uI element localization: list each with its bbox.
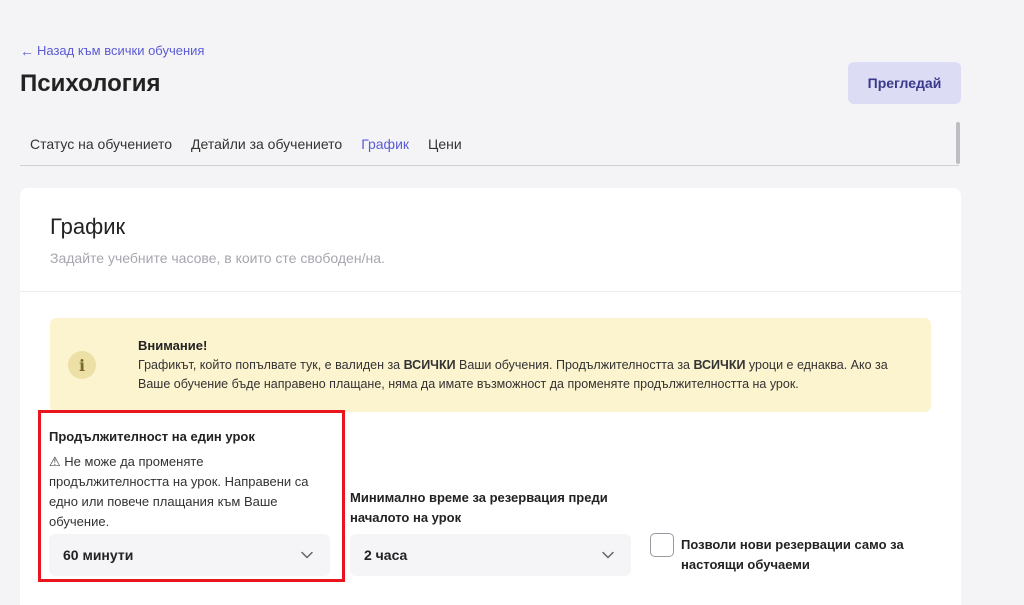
min-booking-time-value: 2 часа — [364, 547, 408, 563]
back-link[interactable]: ← Назад към всички обучения — [20, 43, 204, 58]
lesson-duration-label: Продължителност на един урок — [49, 429, 255, 444]
tab-prices[interactable]: Цени — [428, 136, 462, 152]
alert-text: Графикът, който попълвате тук, е валиден… — [138, 358, 888, 391]
tab-schedule[interactable]: График — [361, 136, 409, 152]
card-subtitle: Задайте учебните часове, в които сте сво… — [50, 250, 385, 266]
arrow-left-icon: ← — [20, 42, 34, 59]
tab-status[interactable]: Статус на обучението — [30, 136, 172, 152]
card-title: График — [50, 214, 126, 239]
divider — [20, 291, 961, 292]
lesson-duration-value: 60 минути — [63, 547, 134, 563]
warning-triangle-icon: ⚠ — [49, 454, 61, 469]
current-students-checkbox[interactable] — [650, 533, 674, 557]
tab-details[interactable]: Детайли за обучението — [191, 136, 342, 152]
chevron-down-icon — [300, 548, 314, 562]
chevron-down-icon — [601, 548, 615, 562]
tab-bar: Статус на обучението Детайли за обучение… — [20, 122, 959, 166]
lesson-duration-warning: ⚠ Не може да променяте продължителността… — [49, 454, 309, 529]
page-title: Психология — [20, 70, 161, 97]
alert-title: Внимание! — [138, 338, 208, 353]
lesson-duration-select[interactable]: 60 минути — [49, 534, 330, 576]
info-icon: i — [68, 351, 96, 379]
preview-button[interactable]: Прегледай — [848, 62, 961, 104]
min-booking-time-select[interactable]: 2 часа — [350, 534, 631, 576]
back-link-label: Назад към всички обучения — [37, 43, 205, 58]
current-students-label: Позволи нови резервации само за настоящи… — [681, 537, 904, 572]
warning-alert: i Внимание! Графикът, който попълвате ту… — [50, 318, 931, 412]
tabs-scrollbar[interactable] — [956, 122, 960, 164]
min-booking-time-label: Минимално време за резервация преди нача… — [350, 490, 608, 525]
